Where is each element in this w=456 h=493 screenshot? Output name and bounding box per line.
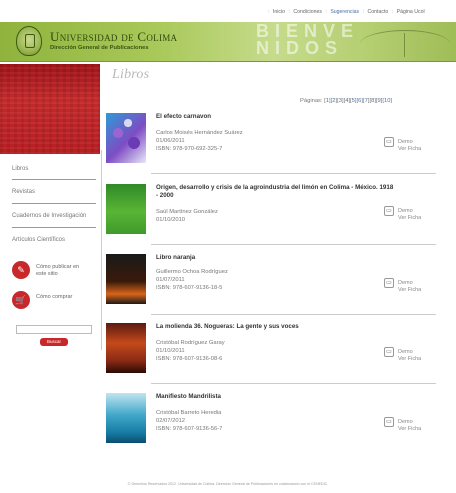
book-item: Libro naranja Guillermo Ochoa Rodríguez … <box>106 254 436 316</box>
book-divider <box>151 244 436 245</box>
page-link[interactable]: 4 <box>345 98 348 104</box>
demo-link[interactable]: Demo <box>398 419 413 425</box>
topnav-condiciones[interactable]: Condiciones <box>293 9 322 15</box>
book-divider <box>151 383 436 384</box>
ficha-link[interactable]: Ver Ficha <box>398 356 421 362</box>
search-button[interactable]: Buscar <box>40 338 68 346</box>
book-divider <box>151 314 436 315</box>
ficha-link[interactable]: Ver Ficha <box>398 146 421 152</box>
demo-icon[interactable]: ▭ <box>384 417 394 427</box>
topnav-separator: : <box>268 9 270 15</box>
book-title[interactable]: El efecto carnavon <box>156 113 211 120</box>
book-isbn: ISBN: 978-970-692-325-7 <box>156 146 223 152</box>
sidebar-divider <box>12 203 96 204</box>
demo-link[interactable]: Demo <box>398 139 413 145</box>
how-to-buy-label: Cómo comprar <box>36 294 73 300</box>
topnav-separator: : <box>391 9 394 15</box>
page-link[interactable]: 3 <box>339 98 342 104</box>
book-title[interactable]: Libro naranja <box>156 254 195 261</box>
sidebar-banner-image <box>0 64 100 154</box>
book-isbn: ISBN: 978-607-9136-18-5 <box>156 285 223 291</box>
open-book-icon <box>360 30 450 58</box>
topnav-contacto[interactable]: Contacto <box>368 9 389 15</box>
department-name: Dirección General de Publicaciones <box>50 45 149 51</box>
book-cover[interactable] <box>106 254 146 304</box>
search-input[interactable] <box>16 325 92 334</box>
demo-icon[interactable]: ▭ <box>384 206 394 216</box>
page-link[interactable]: 8 <box>371 98 374 104</box>
topnav-pagina-ucol[interactable]: Página Ucol <box>397 9 425 15</box>
book-title[interactable]: La molienda 36. Nogueras: La gente y sus… <box>156 323 299 330</box>
university-seal-icon <box>16 26 42 56</box>
book-divider <box>151 173 436 174</box>
book-isbn: ISBN: 978-607-9136-08-6 <box>156 356 223 362</box>
demo-icon[interactable]: ▭ <box>384 347 394 357</box>
book-title[interactable]: Manifiesto Mandrilista <box>156 393 221 400</box>
book-date: 01/07/2011 <box>156 277 185 283</box>
pager-label: Páginas: <box>300 98 323 104</box>
demo-link[interactable]: Demo <box>398 208 413 214</box>
book-author: Cristóbal Barreto Heredia <box>156 410 222 416</box>
book-date: 01/10/2011 <box>156 348 185 354</box>
page-title: Libros <box>112 67 150 82</box>
page-link[interactable]: 9 <box>378 98 381 104</box>
book-date: 01/10/2010 <box>156 217 186 223</box>
demo-link[interactable]: Demo <box>398 349 413 355</box>
footer-copyright: © Derechos Reservados 2012. Universidad … <box>127 482 329 486</box>
page-link[interactable]: 7 <box>365 98 368 104</box>
book-item: La molienda 36. Nogueras: La gente y sus… <box>106 323 436 385</box>
sidebar-item-articulos[interactable]: Artículos Científicos <box>12 237 65 243</box>
book-cover[interactable] <box>106 393 146 443</box>
book-author: Saúl Martínez González <box>156 209 218 215</box>
cart-icon: 🛒 <box>12 291 30 309</box>
university-name[interactable]: Universidad de Colima <box>50 29 177 45</box>
book-item: El efecto carnavon Carlos Moisés Hernánd… <box>106 113 436 175</box>
book-author: Carlos Moisés Hernández Suárez <box>156 130 243 136</box>
book-isbn: ISBN: 978-607-9136-56-7 <box>156 426 223 432</box>
topnav-separator: : <box>325 9 327 15</box>
sidebar-item-cuadernos[interactable]: Cuadernos de Investigación <box>12 213 86 219</box>
pagination: Páginas: [1][2][3][4][5][6][7][8][9][10] <box>300 98 393 104</box>
ficha-link[interactable]: Ver Ficha <box>398 287 421 293</box>
welcome-line-2: NIDOS <box>256 38 344 58</box>
page-link[interactable]: 10 <box>384 98 390 104</box>
book-date: 02/07/2012 <box>156 418 186 424</box>
sidebar-divider <box>12 227 96 228</box>
header-banner: Universidad de Colima Dirección General … <box>0 22 456 62</box>
book-item: Manifiesto Mandrilista Cristóbal Barreto… <box>106 393 436 455</box>
how-to-buy-link[interactable]: 🛒 Cómo comprar <box>12 291 96 311</box>
sidebar-divider <box>12 179 96 180</box>
book-cover[interactable] <box>106 184 146 234</box>
welcome-text: BIENVE NIDOS <box>256 22 359 58</box>
demo-link[interactable]: Demo <box>398 280 413 286</box>
page-link[interactable]: 6 <box>358 98 361 104</box>
page-link[interactable]: 1 <box>326 98 329 104</box>
page-link[interactable]: 2 <box>332 98 335 104</box>
ficha-link[interactable]: Ver Ficha <box>398 426 421 432</box>
topnav-separator: : <box>288 9 290 15</box>
topnav-sugerencias[interactable]: Sugerencias <box>330 9 359 15</box>
demo-icon[interactable]: ▭ <box>384 278 394 288</box>
book-cover[interactable] <box>106 113 146 163</box>
top-navigation: : Inicio : Condiciones : Sugerencias : C… <box>268 9 456 19</box>
sidebar-divider-vertical <box>101 150 102 350</box>
book-date: 01/06/2011 <box>156 138 185 144</box>
book-title[interactable]: Origen, desarrollo y crisis de la agroin… <box>156 184 396 200</box>
sidebar-item-revistas[interactable]: Revistas <box>12 189 35 195</box>
sidebar-item-libros[interactable]: Libros <box>12 166 28 172</box>
page-link[interactable]: 5 <box>352 98 355 104</box>
how-to-publish-link[interactable]: ✎ Cómo publicar en este sitio <box>12 261 96 281</box>
publish-icon: ✎ <box>12 261 30 279</box>
ficha-link[interactable]: Ver Ficha <box>398 215 421 221</box>
book-author: Guillermo Ochoa Rodríguez <box>156 269 228 275</box>
book-author: Cristóbal Rodríguez Garay <box>156 340 225 346</box>
how-to-publish-label: Cómo publicar en este sitio <box>36 264 80 277</box>
topnav-separator: : <box>362 9 365 15</box>
book-cover[interactable] <box>106 323 146 373</box>
demo-icon[interactable]: ▭ <box>384 137 394 147</box>
book-item: Origen, desarrollo y crisis de la agroin… <box>106 184 436 246</box>
topnav-inicio[interactable]: Inicio <box>273 9 285 15</box>
